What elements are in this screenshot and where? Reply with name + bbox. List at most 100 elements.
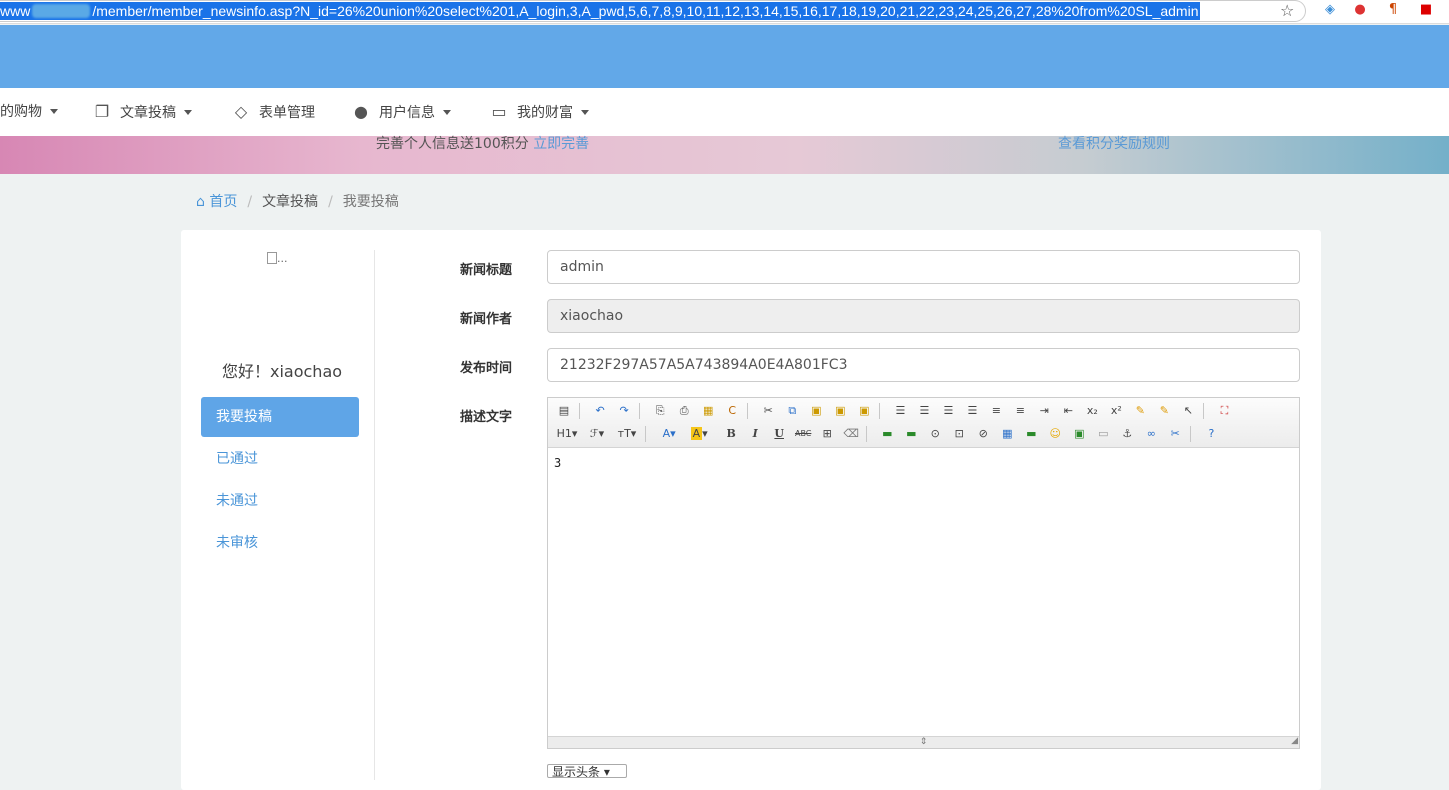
image-icon[interactable]: ▣ xyxy=(1069,424,1089,444)
news-author-input[interactable]: xiaochao xyxy=(547,299,1300,333)
credit-card-icon: ▭ xyxy=(491,102,507,121)
headline-select[interactable]: 显示头条 ▾ xyxy=(547,764,627,778)
insert-image-icon[interactable]: ▬ xyxy=(877,424,897,444)
chevron-down-icon xyxy=(184,110,192,115)
align-center-icon[interactable]: ☰ xyxy=(914,401,934,421)
copy-icon[interactable]: ⧉ xyxy=(782,401,802,421)
heading-dropdown[interactable]: H1▾ xyxy=(554,424,580,444)
paste-text-icon[interactable]: ▣ xyxy=(830,401,850,421)
bookmark-star-icon[interactable]: ☆ xyxy=(1280,1,1294,20)
rich-text-editor: ▤ ↶ ↷ ⎘ ⎙ ▦ C ✂ ⧉ ▣ ▣ ▣ ☰ ☰ ☰ ☰ ≡ ≡ ⇥ ⇤ x₂ x² ✎ ✎ ↖ ⛶ H1▾ ℱ▾ т… xyxy=(547,397,1300,749)
paste-word-icon[interactable]: ▣ xyxy=(854,401,874,421)
code-icon[interactable]: C xyxy=(722,401,742,421)
publish-time-label: 发布时间 xyxy=(460,361,513,376)
highlight-color-button[interactable]: A ▾ xyxy=(686,424,712,444)
ordered-list-icon[interactable]: ≡ xyxy=(986,401,1006,421)
nav-shopping[interactable]: 的购物 xyxy=(0,88,58,136)
news-author-label: 新闻作者 xyxy=(460,312,513,327)
clear-format-icon[interactable]: ✎ xyxy=(1130,401,1150,421)
sidebar-divider xyxy=(374,250,375,780)
toolbar-row-2: H1▾ ℱ▾ тT▾ A▾ A ▾ B I U ABC ⊞ ⌫ ▬ ▬ ⊙ ⊡ ⊘ ▦ ▬ ☺ ▣ ▭ ⚓ ∞ ✂ ? xyxy=(554,424,1225,444)
attachment-icon[interactable]: ⊘ xyxy=(973,424,993,444)
preview-icon[interactable]: ⎘ xyxy=(650,401,670,421)
fullscreen-icon[interactable]: ⛶ xyxy=(1214,401,1234,421)
align-left-icon[interactable]: ☰ xyxy=(890,401,910,421)
strikethrough-button[interactable]: ABC xyxy=(793,424,813,444)
description-label: 描述文字 xyxy=(460,410,513,425)
insert-flash-icon[interactable]: ⊡ xyxy=(949,424,969,444)
home-icon: ⌂ xyxy=(196,194,205,210)
toolbar-row-1: ▤ ↶ ↷ ⎘ ⎙ ▦ C ✂ ⧉ ▣ ▣ ▣ ☰ ☰ ☰ ☰ ≡ ≡ ⇥ ⇤ x₂ x² ✎ ✎ ↖ ⛶ xyxy=(554,401,1238,421)
editor-content[interactable]: 3 xyxy=(554,456,561,470)
insert-multi-image-icon[interactable]: ▬ xyxy=(901,424,921,444)
sidebar-item-rejected[interactable]: 未通过 xyxy=(201,481,359,521)
diamond-icon: ◇ xyxy=(234,102,248,121)
anchor-icon[interactable]: ⚓ xyxy=(1117,424,1137,444)
font-family-dropdown[interactable]: ℱ▾ xyxy=(584,424,610,444)
insert-table-icon[interactable]: ▦ xyxy=(997,424,1017,444)
sidebar-item-approved[interactable]: 已通过 xyxy=(201,439,359,479)
url-field[interactable]: www/member/member_newsinfo.asp?N_id=26%2… xyxy=(0,0,1306,22)
nav-article-submit[interactable]: ❐ 文章投稿 xyxy=(92,88,192,136)
superscript-icon[interactable]: x² xyxy=(1106,401,1126,421)
extension-icon[interactable]: ● xyxy=(1352,2,1368,18)
translate-extension-icon[interactable]: ◈ xyxy=(1322,2,1338,18)
nav-user-info[interactable]: ● 用户信息 xyxy=(351,88,451,136)
breadcrumb-current: 我要投稿 xyxy=(342,194,399,210)
font-size-dropdown[interactable]: тT▾ xyxy=(614,424,640,444)
document-copy-icon: ❐ xyxy=(94,102,110,121)
unlink-icon[interactable]: ✂ xyxy=(1165,424,1185,444)
paste-icon[interactable]: ▣ xyxy=(806,401,826,421)
resize-handle-icon[interactable]: ◢ xyxy=(1291,736,1298,747)
cut-icon[interactable]: ✂ xyxy=(758,401,778,421)
font-color-button[interactable]: A▾ xyxy=(656,424,682,444)
flag-extension-icon[interactable]: ■ xyxy=(1418,2,1434,18)
site-header xyxy=(0,25,1449,88)
page-break-icon[interactable]: ▭ xyxy=(1093,424,1113,444)
eraser-icon[interactable]: ⌫ xyxy=(841,424,861,444)
chevron-down-icon xyxy=(443,110,451,115)
sidebar-menu: 我要投稿 已通过 未通过 未审核 xyxy=(201,397,359,565)
italic-button[interactable]: I xyxy=(745,424,765,444)
table-border-icon[interactable]: ⊞ xyxy=(817,424,837,444)
url-selected-text: www/member/member_newsinfo.asp?N_id=26%2… xyxy=(0,2,1201,20)
horizontal-rule-icon[interactable]: ▬ xyxy=(1021,424,1041,444)
redacted-domain xyxy=(32,4,91,18)
insert-media-icon[interactable]: ⊙ xyxy=(925,424,945,444)
news-title-label: 新闻标题 xyxy=(460,263,513,278)
template-icon[interactable]: ▦ xyxy=(698,401,718,421)
editor-resize-bar[interactable]: ⇕ ◢ xyxy=(548,736,1299,748)
redo-icon[interactable]: ↷ xyxy=(614,401,634,421)
broken-image-icon xyxy=(267,252,277,264)
print-icon[interactable]: ⎙ xyxy=(674,401,694,421)
help-icon[interactable]: ? xyxy=(1201,424,1221,444)
banner-message: 完善个人信息送100积分 立即完善 xyxy=(376,136,590,152)
nav-wealth[interactable]: ▭ 我的财富 xyxy=(489,88,589,136)
indent-icon[interactable]: ⇥ xyxy=(1034,401,1054,421)
align-right-icon[interactable]: ☰ xyxy=(938,401,958,421)
source-icon[interactable]: ▤ xyxy=(554,401,574,421)
user-greeting: 您好！xiaochao xyxy=(222,362,343,381)
undo-icon[interactable]: ↶ xyxy=(590,401,610,421)
align-justify-icon[interactable]: ☰ xyxy=(962,401,982,421)
emoticon-icon[interactable]: ☺ xyxy=(1045,424,1065,444)
publish-time-input[interactable]: 21232F297A57A5A743894A0E4A801FC3 xyxy=(547,348,1300,382)
format-painter-icon[interactable]: ✎ xyxy=(1154,401,1174,421)
complete-info-link[interactable]: 立即完善 xyxy=(533,136,589,152)
link-icon[interactable]: ∞ xyxy=(1141,424,1161,444)
breadcrumb-home[interactable]: ⌂ 首页 xyxy=(196,194,237,210)
news-title-input[interactable]: admin xyxy=(547,250,1300,284)
bold-button[interactable]: B xyxy=(721,424,741,444)
nav-form-manage[interactable]: ◇ 表单管理 xyxy=(231,88,315,136)
breadcrumb: ⌂ 首页 / 文章投稿 / 我要投稿 xyxy=(196,194,399,210)
underline-button[interactable]: U xyxy=(769,424,789,444)
sidebar-item-submit[interactable]: 我要投稿 xyxy=(201,397,359,437)
outdent-icon[interactable]: ⇤ xyxy=(1058,401,1078,421)
breadcrumb-section[interactable]: 文章投稿 xyxy=(262,194,318,210)
points-rules-link[interactable]: 查看积分奖励规则 xyxy=(1058,136,1170,152)
subscript-icon[interactable]: x₂ xyxy=(1082,401,1102,421)
select-all-icon[interactable]: ↖ xyxy=(1178,401,1198,421)
unordered-list-icon[interactable]: ≡ xyxy=(1010,401,1030,421)
sidebar-item-pending[interactable]: 未审核 xyxy=(201,523,359,563)
paragraph-extension-icon[interactable]: ¶ xyxy=(1385,2,1401,18)
